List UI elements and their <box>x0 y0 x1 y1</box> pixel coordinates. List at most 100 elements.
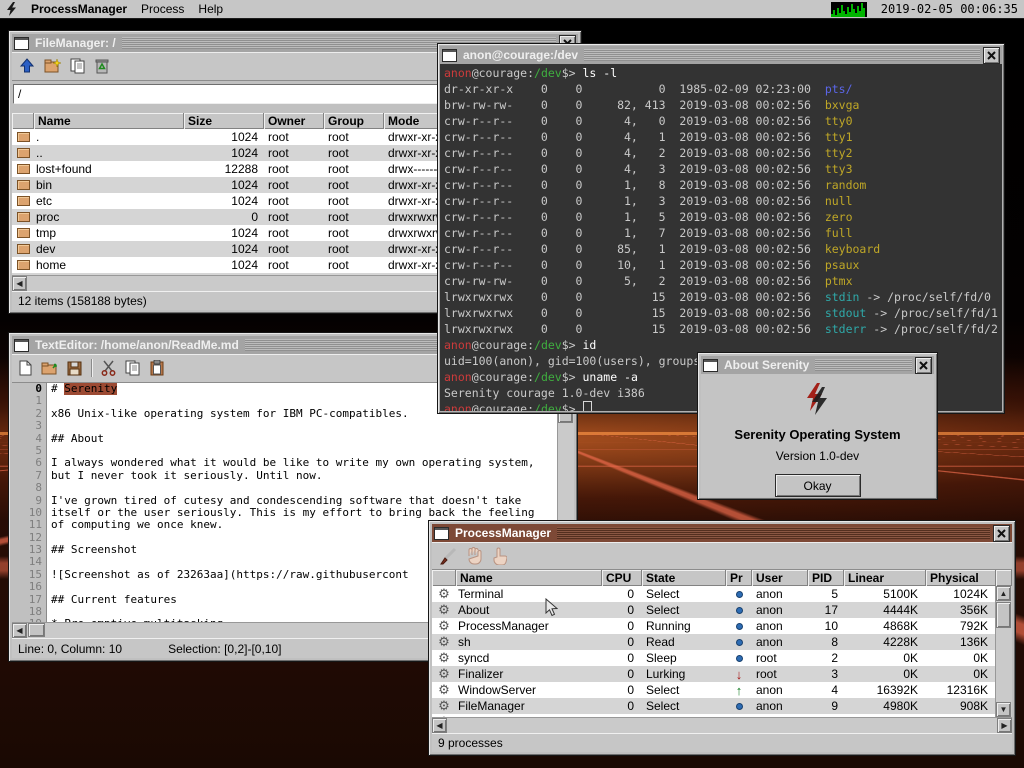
new-folder-icon[interactable] <box>44 58 61 74</box>
close-button[interactable] <box>983 47 1000 64</box>
process-row[interactable]: ⚙syncd0Sleeproot20K0K <box>432 650 1012 666</box>
continue-process-icon[interactable] <box>491 547 507 565</box>
close-button[interactable] <box>993 525 1010 542</box>
priority-normal-icon <box>736 703 743 710</box>
process-physical: 356K <box>926 603 996 617</box>
menubar-app-name[interactable]: ProcessManager <box>31 2 127 16</box>
serenity-desktop: ProcessManager Process Help 2019-02-05 0… <box>0 0 1024 768</box>
process-name: Finalizer <box>456 667 602 681</box>
header-linear[interactable]: Linear <box>844 570 926 586</box>
cut-icon[interactable] <box>101 360 116 376</box>
gear-icon: ⚙ <box>438 667 450 681</box>
file-owner: root <box>264 242 324 256</box>
process-name: sh <box>456 635 602 649</box>
header-name[interactable]: Name <box>456 570 602 586</box>
menu-help[interactable]: Help <box>198 2 223 16</box>
terminal-titlebar[interactable]: anon@courage:/dev <box>440 46 1002 64</box>
priority-normal-icon <box>736 639 743 646</box>
window-icon <box>14 37 29 50</box>
stop-process-icon[interactable] <box>466 547 482 565</box>
header-physical[interactable]: Physical <box>926 570 996 586</box>
process-row[interactable]: ⚙Finalizer0Lurking↓root30K0K <box>432 666 1012 682</box>
processmanager-titlebar[interactable]: ProcessManager <box>432 524 1012 542</box>
copy-icon[interactable] <box>125 360 141 376</box>
file-group: root <box>324 130 384 144</box>
scroll-right-icon[interactable]: ▶ <box>997 718 1012 733</box>
scroll-up-icon[interactable]: ▲ <box>996 586 1011 601</box>
process-row[interactable]: ⚙ProcessManager0Runninganon104868K792K <box>432 618 1012 634</box>
process-cpu: 0 <box>602 667 642 681</box>
folder-icon <box>17 180 30 190</box>
header-state[interactable]: State <box>642 570 726 586</box>
process-table-header: Name CPU State Pr User PID Linear Physic… <box>432 570 1012 586</box>
scroll-left-icon[interactable]: ◀ <box>12 276 27 291</box>
file-owner: root <box>264 146 324 160</box>
go-up-icon[interactable] <box>19 58 35 74</box>
scroll-left-icon[interactable]: ◀ <box>12 623 27 638</box>
file-size: 1024 <box>184 226 264 240</box>
selected-text: Serenity <box>64 383 117 395</box>
editor-line: 3 <box>12 420 574 432</box>
process-pid: 9 <box>808 699 844 713</box>
menubar-clock: 2019-02-05 00:06:35 <box>881 2 1018 16</box>
open-document-icon[interactable] <box>41 360 58 376</box>
header-group[interactable]: Group <box>324 113 384 129</box>
line-number: 11 <box>12 519 46 531</box>
close-button[interactable] <box>915 357 932 374</box>
header-owner[interactable]: Owner <box>264 113 324 129</box>
horizontal-scrollbar[interactable]: ◀ ▶ <box>432 717 1012 733</box>
new-document-icon[interactable] <box>19 360 32 376</box>
process-state: Sleep <box>642 651 726 665</box>
folder-icon <box>17 212 30 222</box>
scrollbar-thumb[interactable] <box>28 623 45 637</box>
file-name: .. <box>34 146 184 160</box>
editor-line: 7but I never took it seriously. Until no… <box>12 470 574 482</box>
about-titlebar[interactable]: About Serenity <box>701 356 934 374</box>
header-pid[interactable]: PID <box>808 570 844 586</box>
kill-process-icon[interactable] <box>439 547 457 565</box>
copy-files-icon[interactable] <box>70 58 86 74</box>
okay-button[interactable]: Okay <box>775 474 861 497</box>
header-size[interactable]: Size <box>184 113 264 129</box>
file-size: 12288 <box>184 162 264 176</box>
processmanager-toolbar <box>432 542 1012 570</box>
process-list-body[interactable]: ⚙Terminal0Selectanon55100K1024K⚙About0Se… <box>432 586 1012 717</box>
scroll-down-icon[interactable]: ▼ <box>996 702 1011 717</box>
file-size: 1024 <box>184 258 264 272</box>
file-name: bin <box>34 178 184 192</box>
file-owner: root <box>264 226 324 240</box>
process-row[interactable]: ⚙WindowServer0Select↑anon416392K12316K <box>432 682 1012 698</box>
header-cpu[interactable]: CPU <box>602 570 642 586</box>
file-group: root <box>324 258 384 272</box>
header-priority[interactable]: Pr <box>726 570 752 586</box>
line-number: 16 <box>12 581 46 593</box>
vertical-scrollbar[interactable]: ▲ ▼ <box>995 586 1012 717</box>
process-linear: 4868K <box>844 619 926 633</box>
file-group: root <box>324 210 384 224</box>
window-icon <box>442 49 457 62</box>
process-user: anon <box>752 683 808 697</box>
header-user[interactable]: User <box>752 570 808 586</box>
save-document-icon[interactable] <box>67 361 82 376</box>
delete-icon[interactable] <box>95 58 109 74</box>
about-version: Version 1.0-dev <box>776 449 859 463</box>
folder-icon <box>17 260 30 270</box>
process-row[interactable]: ⚙sh0Readanon84228K136K <box>432 634 1012 650</box>
process-linear: 5100K <box>844 587 926 601</box>
scroll-left-icon[interactable]: ◀ <box>432 718 447 733</box>
process-row[interactable]: ⚙Terminal0Selectanon55100K1024K <box>432 586 1012 602</box>
process-row[interactable]: ⚙About0Selectanon174444K356K <box>432 602 1012 618</box>
header-name[interactable]: Name <box>34 113 184 129</box>
header-icon-col[interactable] <box>12 113 34 129</box>
processmanager-window: ProcessManager Name CPU State Pr User <box>428 520 1016 756</box>
system-menu-icon[interactable] <box>6 2 17 16</box>
menu-process[interactable]: Process <box>141 2 184 16</box>
file-owner: root <box>264 178 324 192</box>
process-name: WindowServer <box>456 683 602 697</box>
file-name: . <box>34 130 184 144</box>
process-linear: 0K <box>844 667 926 681</box>
scrollbar-thumb[interactable] <box>996 602 1011 628</box>
process-row[interactable]: ⚙FileManager0Selectanon94980K908K <box>432 698 1012 714</box>
header-icon-col[interactable] <box>432 570 456 586</box>
paste-icon[interactable] <box>150 360 164 376</box>
